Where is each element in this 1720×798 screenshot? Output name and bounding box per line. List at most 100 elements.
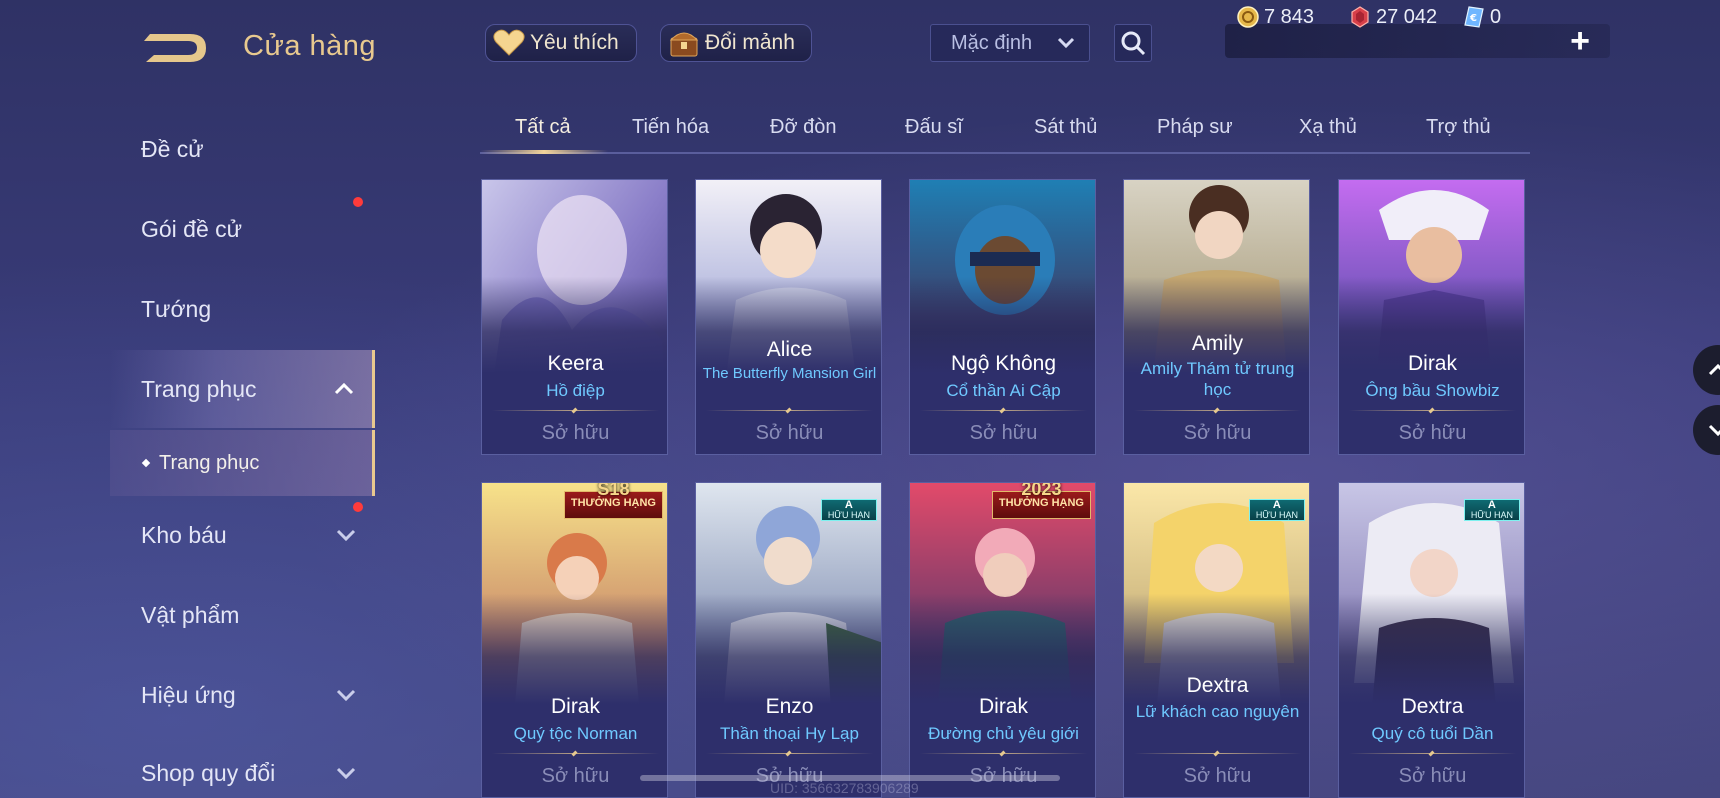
card-divider xyxy=(1134,753,1301,754)
sort-dropdown[interactable]: Mặc định xyxy=(930,24,1090,62)
tab-evolution[interactable]: Tiến hóa xyxy=(632,116,709,139)
skin-card[interactable]: Dirak Ông bầu Showbiz Sở hữu xyxy=(1338,179,1525,455)
sidebar-item-label: Vật phẩm xyxy=(141,601,240,628)
sidebar-item-bundles[interactable]: Gói đề cử xyxy=(0,190,375,268)
chevron-down-icon xyxy=(336,689,356,702)
card-overlay xyxy=(482,180,667,454)
tab-marksman[interactable]: Xạ thủ xyxy=(1299,116,1357,139)
badge-title: A xyxy=(1487,499,1496,511)
hero-name: Dextra xyxy=(1401,695,1464,718)
sidebar-item-exchange-shop[interactable]: Shop quy đổi xyxy=(0,734,375,798)
sidebar-item-label: Trang phục xyxy=(141,375,257,402)
skin-card[interactable]: A HỮU HẠN Dextra Lữ khách cao nguyên Sở … xyxy=(1123,482,1310,798)
card-overlay xyxy=(696,180,881,454)
search-button[interactable] xyxy=(1114,24,1152,62)
heart-icon xyxy=(492,27,526,59)
exchange-shards-button[interactable]: Đổi mảnh xyxy=(660,24,812,62)
card-divider xyxy=(920,410,1087,411)
tab-all[interactable]: Tất cả xyxy=(515,116,571,139)
active-tab-indicator xyxy=(480,150,608,154)
voucher-balance: € 0 xyxy=(1462,0,1501,34)
hero-name: Enzo xyxy=(765,695,814,718)
tab-tank[interactable]: Đỡ đòn xyxy=(770,116,836,139)
badge-title: A xyxy=(1272,499,1281,511)
tab-assassin[interactable]: Sát thủ xyxy=(1034,116,1097,139)
skin-name: Hồ điệp xyxy=(546,381,605,400)
chevron-down-icon xyxy=(336,767,356,780)
ownership-status: Sở hữu xyxy=(541,422,610,444)
skin-card[interactable]: A HỮU HẠN Enzo Thần thoại Hy Lạp Sở hữu xyxy=(695,482,882,798)
ownership-status: Sở hữu xyxy=(969,422,1038,444)
hero-name: Ngộ Không xyxy=(950,352,1057,375)
sidebar-item-label: Kho báu xyxy=(141,521,227,548)
sort-value: Mặc định xyxy=(951,31,1033,54)
skin-name: Quý cô tuổi Dần xyxy=(1371,724,1494,743)
role-tabs: Tất cả Tiến hóa Đỡ đòn Đấu sĩ Sát thủ Ph… xyxy=(480,108,1530,154)
ownership-status: Sở hữu xyxy=(1398,422,1467,444)
bullet-icon xyxy=(141,458,151,468)
sidebar-item-treasure[interactable]: Kho báu xyxy=(0,496,375,574)
tab-support[interactable]: Trợ thủ xyxy=(1426,116,1491,139)
gem-balance: 27 042 xyxy=(1348,0,1437,34)
limited-badge: A HỮU HẠN xyxy=(1463,499,1520,521)
sidebar-item-label: Đề cử xyxy=(141,135,204,162)
back-button[interactable] xyxy=(140,28,214,68)
skin-card[interactable]: Alice The Butterfly Mansion Girl Sở hữu xyxy=(695,179,882,455)
home-indicator[interactable] xyxy=(640,775,1060,781)
user-id: UID: 356632783906289 xyxy=(770,780,919,796)
hero-name: Alice xyxy=(766,338,813,361)
favorite-label: Yêu thích xyxy=(530,31,619,54)
badge-title: A xyxy=(844,499,853,511)
voucher-icon: € xyxy=(1464,6,1484,28)
skin-card[interactable]: Keera Hồ điệp Sở hữu xyxy=(481,179,668,455)
skin-card[interactable]: Amily Amily Thám tử trung học Sở hữu xyxy=(1123,179,1310,455)
badge-subtitle: HỮU HẠN xyxy=(827,510,870,520)
ownership-status: Sở hữu xyxy=(755,422,824,444)
badge-subtitle: THƯỞNG HẠNG xyxy=(570,497,656,509)
hero-name: Dirak xyxy=(978,695,1028,718)
card-divider xyxy=(492,410,659,411)
page-title: Cửa hàng xyxy=(243,30,377,62)
ownership-status: Sở hữu xyxy=(1398,765,1467,787)
rank-badge: 2023 THƯỞNG HẠNG xyxy=(991,483,1091,519)
skin-card[interactable]: 2023 THƯỞNG HẠNG Dirak Đường chủ yêu giớ… xyxy=(909,482,1096,798)
scroll-up-button[interactable] xyxy=(1693,345,1720,395)
card-divider xyxy=(706,753,873,754)
sidebar-item-recommended[interactable]: Đề cử xyxy=(0,110,375,188)
rank-badge: S18 THƯỞNG HẠNG xyxy=(563,483,663,519)
sidebar-item-heroes[interactable]: Tướng xyxy=(0,270,375,348)
card-divider xyxy=(706,410,873,411)
add-currency-button[interactable]: + xyxy=(1563,22,1597,60)
skin-card[interactable]: S18 THƯỞNG HẠNG Dirak Quý tộc Norman Sở … xyxy=(481,482,668,798)
badge-title: S18 xyxy=(597,482,630,499)
hero-name: Dirak xyxy=(1407,352,1457,375)
card-overlay xyxy=(1124,180,1309,454)
hero-name: Dirak xyxy=(550,695,600,718)
skin-card[interactable]: Ngộ Không Cổ thần Ai Cập Sở hữu xyxy=(909,179,1096,455)
chevron-up-icon xyxy=(1708,363,1720,376)
sidebar-item-skins[interactable]: Trang phục xyxy=(110,350,375,428)
scroll-down-button[interactable] xyxy=(1693,405,1720,455)
limited-badge: A HỮU HẠN xyxy=(820,499,877,521)
sidebar-subitem-skins[interactable]: Trang phục xyxy=(110,430,375,496)
tab-fighter[interactable]: Đấu sĩ xyxy=(905,116,963,139)
favorite-button[interactable]: Yêu thích xyxy=(485,24,637,62)
card-overlay xyxy=(1339,180,1524,454)
badge-subtitle: HỮU HẠN xyxy=(1470,510,1513,520)
chest-icon xyxy=(667,27,701,59)
skin-name: Ông bầu Showbiz xyxy=(1365,381,1500,400)
sidebar-item-items[interactable]: Vật phẩm xyxy=(0,576,375,654)
sidebar-item-effects[interactable]: Hiệu ứng xyxy=(0,656,375,734)
back-arrow-icon xyxy=(144,34,206,62)
voucher-amount: 0 xyxy=(1490,5,1502,28)
hero-name: Dextra xyxy=(1186,674,1249,697)
skin-card[interactable]: A HỮU HẠN Dextra Quý cô tuổi Dần Sở hữu xyxy=(1338,482,1525,798)
badge-title: 2023 xyxy=(1021,482,1062,499)
gem-amount: 27 042 xyxy=(1376,5,1438,28)
card-divider xyxy=(1134,410,1301,411)
ownership-status: Sở hữu xyxy=(1183,765,1252,787)
tab-mage[interactable]: Pháp sư xyxy=(1157,116,1233,139)
chevron-down-icon xyxy=(1708,424,1720,437)
gold-amount: 7 843 xyxy=(1264,5,1315,28)
hero-name: Keera xyxy=(547,352,604,375)
